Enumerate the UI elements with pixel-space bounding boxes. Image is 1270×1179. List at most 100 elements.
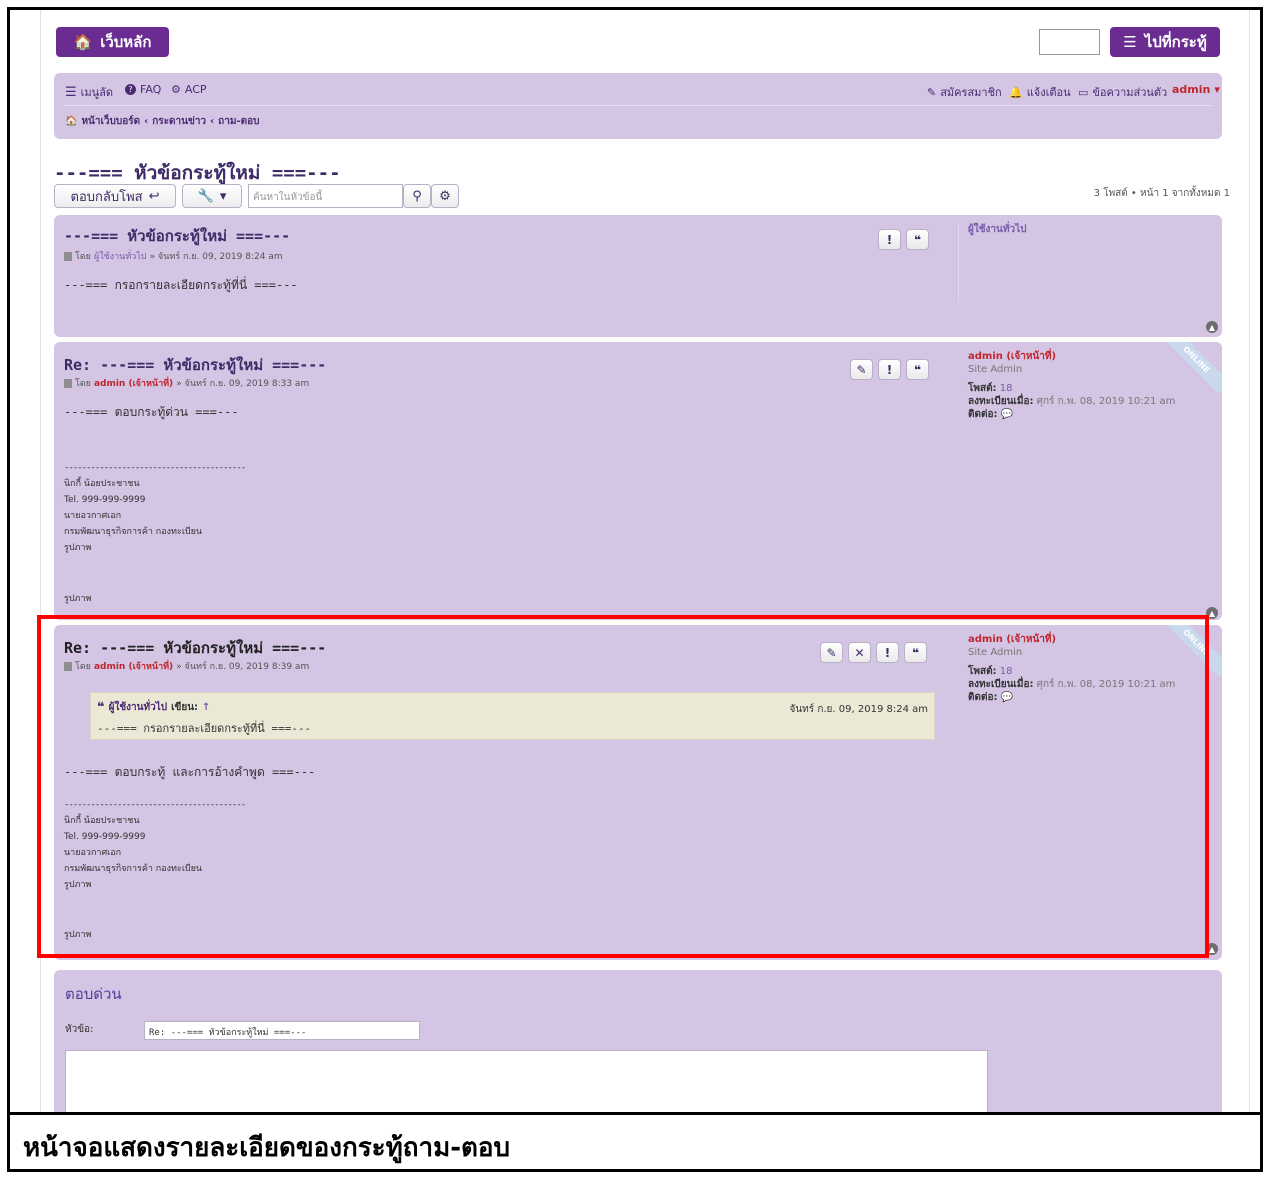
breadcrumb-board-index[interactable]: หน้าเว็บบอร์ด — [81, 114, 140, 129]
highlight-box — [37, 615, 1209, 958]
topic-action-bar: ตอบกลับโพส ↩ 🔧 ▾ ค้นหาในหัวข้อนี้ ⚲ ⚙ — [54, 183, 459, 209]
private-messages-link[interactable]: ▭ ข้อความส่วนตัว — [1078, 83, 1167, 101]
signature-rank: นายอวกาศเอก — [64, 511, 122, 521]
breadcrumb-separator: ‹ — [210, 116, 215, 127]
profile-rank: Site Admin — [968, 364, 1023, 375]
pencil-icon: ✎ — [856, 362, 867, 377]
quick-links-label: เมนูลัด — [80, 86, 114, 99]
post-1: ---=== หัวข้อกระทู้ใหม่ ===--- โดย ผู้ใช… — [54, 215, 1222, 337]
post-buttons: ! ❝ — [878, 229, 929, 250]
report-button[interactable]: ! — [878, 359, 901, 380]
posts-value[interactable]: 18 — [1000, 383, 1013, 394]
notifications-label: แจ้งเตือน — [1026, 86, 1071, 99]
post-title[interactable]: Re: ---=== หัวข้อกระทู้ใหม่ ===--- — [64, 353, 326, 377]
profile-name[interactable]: admin (เจ้าหน้าที่) — [968, 350, 1175, 363]
caret-down-icon: ▾ — [219, 188, 227, 204]
breadcrumb-qa[interactable]: ถาม-ตอบ — [218, 114, 259, 129]
post-meta: โดย admin (เจ้าหน้าที่) » จันทร์ ก.ย. 09… — [64, 376, 309, 390]
navbar-divider — [64, 105, 1212, 106]
meta-prefix: โดย — [75, 379, 91, 389]
post-author[interactable]: ผู้ใช้งานทั่วไป — [94, 249, 147, 263]
post-body: ---=== กรอกรายละเอียดกระทู้ที่นี่ ===--- — [64, 278, 298, 292]
navbar: ☰ เมนูลัด ? FAQ ⚙ ACP ✎ สมัครสมาชิก 🔔 แจ… — [54, 73, 1222, 139]
meta-prefix: โดย — [75, 252, 91, 262]
home-button[interactable]: 🏠 เว็บหลัก — [56, 27, 169, 57]
chat-bubble-icon[interactable]: 💬 — [1001, 409, 1013, 420]
post-profile: admin (เจ้าหน้าที่) Site Admin โพสต์: 18… — [968, 350, 1175, 421]
user-menu[interactable]: admin ▾ — [1172, 83, 1220, 96]
signature-dept: กรมพัฒนาธุรกิจการค้า กองทะเบียน — [64, 527, 203, 537]
signature-image-text: รูปภาพ — [64, 543, 92, 553]
joined-label: ลงทะเบียนเมื่อ: — [968, 396, 1034, 407]
quick-links-menu[interactable]: ☰ เมนูลัด — [65, 83, 113, 101]
signature-line: ----------------------------------------… — [64, 463, 246, 473]
post-author[interactable]: admin (เจ้าหน้าที่) — [94, 376, 173, 390]
notifications-link[interactable]: 🔔 แจ้งเตือน — [1009, 83, 1071, 101]
post-meta: โดย ผู้ใช้งานทั่วไป » จันทร์ ก.ย. 09, 20… — [64, 249, 283, 263]
profile-divider — [958, 223, 959, 303]
hamburger-icon: ☰ — [65, 84, 77, 100]
post-reply-button[interactable]: ตอบกลับโพส ↩ — [54, 184, 176, 208]
register-link[interactable]: ✎ สมัครสมาชิก — [927, 83, 1002, 101]
home-small-icon: 🏠 — [65, 116, 78, 127]
back-to-top-icon[interactable]: ▲ — [1206, 321, 1218, 333]
document-icon — [64, 378, 72, 388]
document-frame: 🏠 เว็บหลัก ☰ ไปที่กระทู้ ☰ เมนูลัด ? FAQ… — [7, 7, 1263, 1172]
profile-name[interactable]: ผู้ใช้งานทั่วไป — [968, 223, 1026, 236]
inbox-icon: ▭ — [1078, 85, 1089, 99]
bell-icon: 🔔 — [1009, 85, 1023, 99]
quick-reply-title: ตอบด่วน — [65, 985, 122, 1003]
breadcrumb-separator: ‹ — [144, 116, 149, 127]
signature-name: นิกกี้ น้อยประชาชน — [64, 479, 140, 489]
post-profile: ผู้ใช้งานทั่วไป — [968, 223, 1026, 236]
figure-caption: หน้าจอแสดงรายละเอียดของกระทู้ถาม-ตอบ — [23, 1133, 511, 1163]
quote-button[interactable]: ❝ — [906, 229, 929, 250]
home-button-label: เว็บหลัก — [100, 33, 152, 51]
register-label: สมัครสมาชิก — [940, 86, 1002, 99]
goto-topic-label: ไปที่กระทู้ — [1144, 33, 1207, 51]
post-body: ---=== ตอบกระทู้ด่วน ===--- — [64, 405, 239, 419]
post-buttons: ✎ ! ❝ — [850, 359, 929, 380]
posts-label: โพสต์: — [968, 383, 997, 394]
goto-topic-button[interactable]: ☰ ไปที่กระทู้ — [1110, 27, 1220, 57]
edit-button[interactable]: ✎ — [850, 359, 873, 380]
caption-bar: หน้าจอแสดงรายละเอียดของกระทู้ถาม-ตอบ — [10, 1112, 1260, 1169]
subject-input[interactable]: Re: ---=== หัวข้อกระทู้ใหม่ ===--- — [144, 1021, 420, 1040]
post-title[interactable]: ---=== หัวข้อกระทู้ใหม่ ===--- — [64, 224, 290, 248]
joined-value: ศุกร์ ก.พ. 08, 2019 10:21 am — [1036, 396, 1176, 407]
post-reply-label: ตอบกลับโพส — [70, 189, 143, 205]
acp-link[interactable]: ⚙ ACP — [171, 83, 207, 96]
question-icon: ? — [125, 84, 136, 95]
edit-icon: ✎ — [927, 85, 937, 99]
reply-arrow-icon: ↩ — [148, 188, 160, 204]
gears-icon: ⚙ — [171, 83, 181, 96]
topic-tools-button[interactable]: 🔧 ▾ — [182, 184, 242, 208]
wrench-icon: 🔧 — [197, 188, 214, 204]
gear-icon: ⚙ — [439, 188, 451, 204]
search-button[interactable]: ⚲ — [403, 184, 431, 208]
private-messages-label: ข้อความส่วนตัว — [1092, 86, 1168, 99]
search-icon: ⚲ — [412, 188, 422, 204]
document-icon — [64, 251, 72, 261]
breadcrumb: 🏠 หน้าเว็บบอร์ด ‹ กระดานข่าว ‹ ถาม-ตอบ — [65, 114, 259, 129]
topic-search-input[interactable]: ค้นหาในหัวข้อนี้ — [248, 184, 403, 208]
home-icon: 🏠 — [73, 33, 93, 51]
acp-label: ACP — [184, 83, 207, 96]
report-button[interactable]: ! — [878, 229, 901, 250]
faq-label: FAQ — [140, 83, 162, 96]
breadcrumb-news[interactable]: กระดานข่าว — [152, 114, 206, 129]
subject-label: หัวข้อ: — [65, 1024, 94, 1035]
quick-reply-panel: ตอบด่วน หัวข้อ: Re: ---=== หัวข้อกระทู้ใ… — [54, 970, 1222, 1112]
quote-button[interactable]: ❝ — [906, 359, 929, 380]
pagination-info: 3 โพสต์ • หน้า 1 จากทั้งหมด 1 — [1093, 188, 1230, 199]
faq-link[interactable]: ? FAQ — [125, 83, 161, 96]
signature-image-text-2: รูปภาพ — [64, 594, 92, 604]
message-textarea[interactable] — [65, 1050, 988, 1112]
advanced-search-button[interactable]: ⚙ — [431, 184, 459, 208]
post-time: » จันทร์ ก.ย. 09, 2019 8:24 am — [149, 252, 283, 262]
username-label: admin — [1172, 83, 1211, 96]
list-icon: ☰ — [1123, 33, 1137, 51]
signature: ----------------------------------------… — [64, 460, 246, 556]
top-input[interactable] — [1039, 29, 1100, 55]
caret-down-icon: ▾ — [1214, 83, 1220, 96]
